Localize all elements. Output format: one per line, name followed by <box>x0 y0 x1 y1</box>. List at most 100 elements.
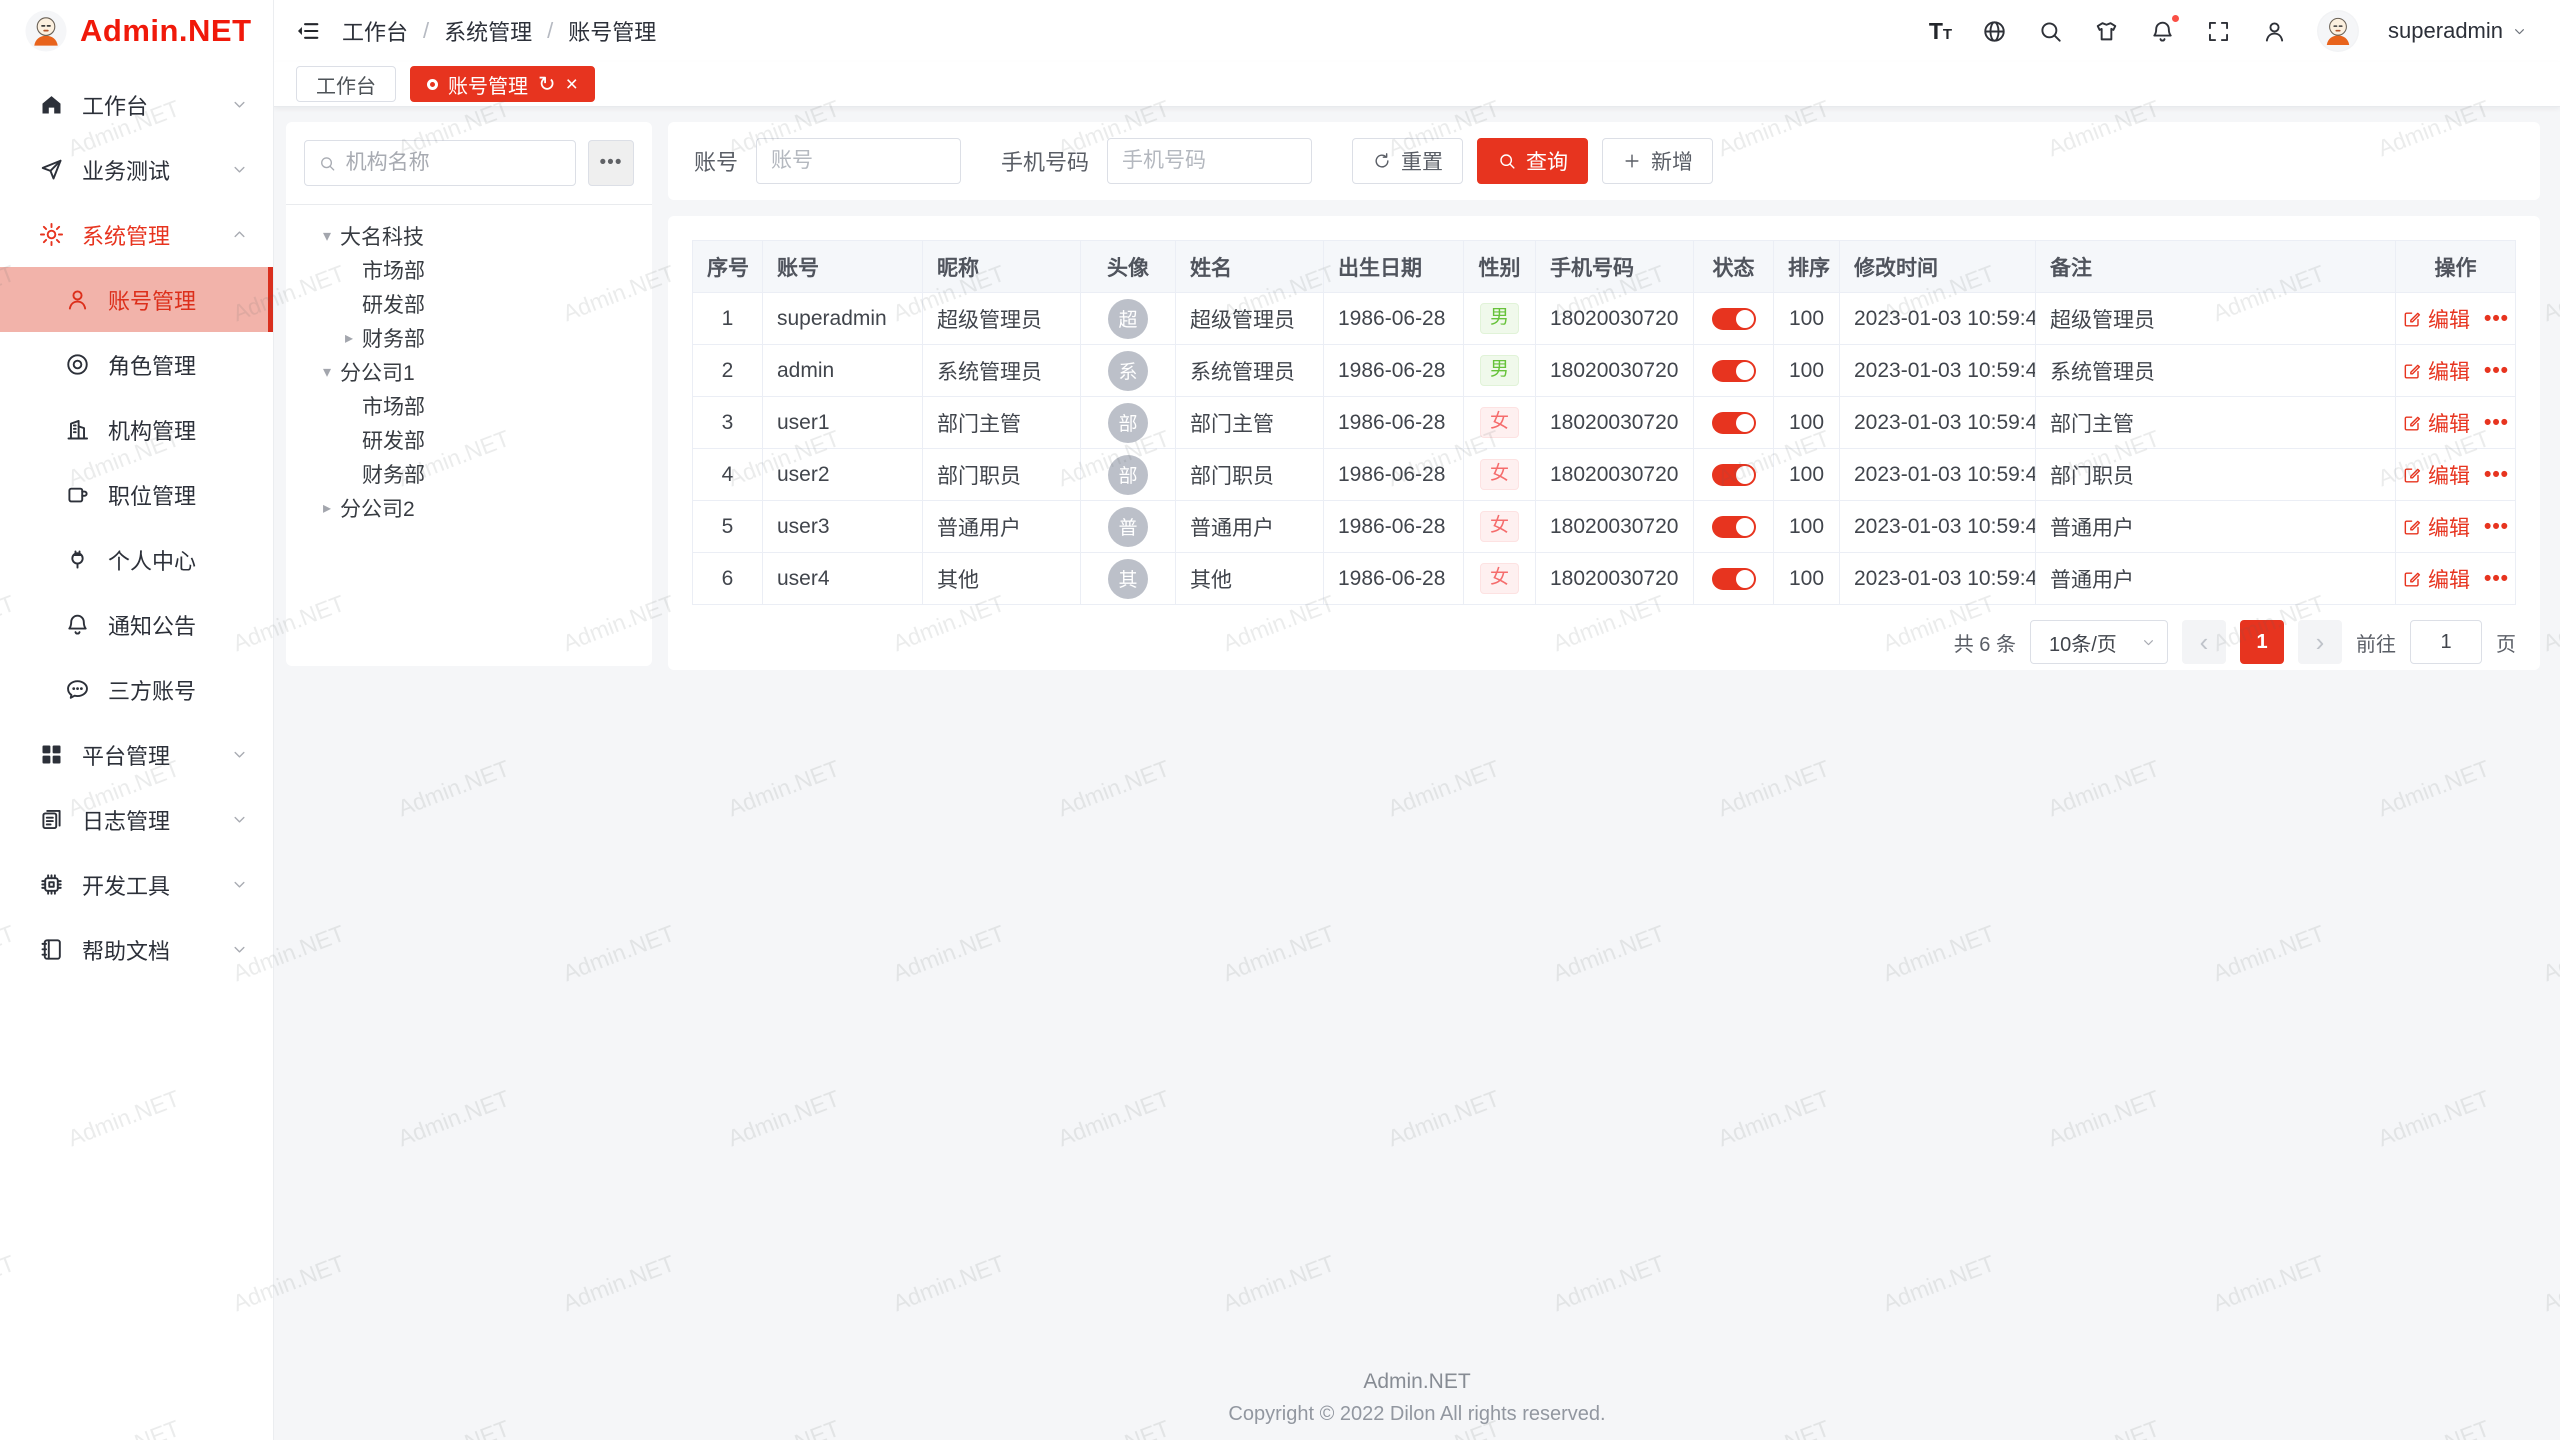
sidebar-item-system[interactable]: 系统管理 <box>0 202 273 267</box>
phone-input[interactable] <box>1107 138 1312 184</box>
status-toggle[interactable] <box>1712 568 1756 590</box>
goto-label: 前往 <box>2356 628 2396 657</box>
caret-collapsed-icon[interactable]: ▸ <box>314 498 340 518</box>
tab-close-icon[interactable]: × <box>566 74 578 95</box>
org-more-button[interactable]: ••• <box>588 140 634 186</box>
cell-birthday: 1986-06-28 <box>1324 553 1464 605</box>
bell-icon <box>64 611 91 638</box>
sidebar-item-label: 工作台 <box>82 89 230 121</box>
cell-phone: 18020030720 <box>1536 293 1694 345</box>
collapse-menu-icon[interactable] <box>294 17 322 45</box>
cell-remark: 部门主管 <box>2036 397 2396 449</box>
more-actions-button[interactable]: ••• <box>2484 359 2509 383</box>
goto-page-input[interactable] <box>2410 620 2482 664</box>
sidebar-item-workbench[interactable]: 工作台 <box>0 72 273 137</box>
font-size-icon[interactable]: TT <box>1929 20 1952 43</box>
tree-node[interactable]: 财务部 <box>296 457 642 491</box>
edit-button[interactable]: 编辑 <box>2402 356 2470 386</box>
column-header: 账号 <box>763 241 923 293</box>
more-actions-button[interactable]: ••• <box>2484 515 2509 539</box>
sidebar-item-third-account[interactable]: 三方账号 <box>0 657 273 722</box>
status-toggle[interactable] <box>1712 308 1756 330</box>
sidebar-item-devtools[interactable]: 开发工具 <box>0 852 273 917</box>
add-button[interactable]: 新增 <box>1602 138 1713 184</box>
cell-avatar: 超 <box>1081 293 1176 345</box>
fullscreen-icon[interactable] <box>2205 18 2232 45</box>
tree-node[interactable]: ▸分公司2 <box>296 491 642 525</box>
tree-node[interactable]: 市场部 <box>296 389 642 423</box>
reset-button[interactable]: 重置 <box>1352 138 1463 184</box>
sidebar-item-profile[interactable]: 个人中心 <box>0 527 273 592</box>
chevron-down-icon <box>2511 23 2528 40</box>
tab-account[interactable]: 账号管理↻× <box>410 66 595 102</box>
theme-icon[interactable] <box>2093 18 2120 45</box>
status-toggle[interactable] <box>1712 516 1756 538</box>
plus-icon <box>1622 151 1642 171</box>
sidebar-item-platform[interactable]: 平台管理 <box>0 722 273 787</box>
column-header: 头像 <box>1081 241 1176 293</box>
more-actions-button[interactable]: ••• <box>2484 463 2509 487</box>
notification-icon[interactable] <box>2149 18 2176 45</box>
reset-label: 重置 <box>1401 146 1443 176</box>
breadcrumb-item[interactable]: 工作台 <box>342 15 408 47</box>
profile-link-icon[interactable] <box>2261 18 2288 45</box>
avatar[interactable] <box>2317 10 2359 52</box>
caret-expanded-icon[interactable]: ▾ <box>314 226 340 246</box>
edit-button[interactable]: 编辑 <box>2402 408 2470 438</box>
next-page-button[interactable]: › <box>2298 620 2342 664</box>
edit-button[interactable]: 编辑 <box>2402 564 2470 594</box>
account-input[interactable] <box>756 138 961 184</box>
search-icon[interactable] <box>2037 18 2064 45</box>
page-1-button[interactable]: 1 <box>2240 620 2284 664</box>
tree-node[interactable]: ▸财务部 <box>296 321 642 355</box>
prev-page-button[interactable]: ‹ <box>2182 620 2226 664</box>
status-toggle[interactable] <box>1712 412 1756 434</box>
tab-refresh-icon[interactable]: ↻ <box>538 74 556 95</box>
more-actions-button[interactable]: ••• <box>2484 567 2509 591</box>
sidebar-item-log[interactable]: 日志管理 <box>0 787 273 852</box>
avatar: 其 <box>1108 559 1148 599</box>
edit-button[interactable]: 编辑 <box>2402 304 2470 334</box>
tree-node[interactable]: 研发部 <box>296 423 642 457</box>
sidebar-item-account[interactable]: 账号管理 <box>0 267 273 332</box>
status-toggle[interactable] <box>1712 464 1756 486</box>
breadcrumb-item[interactable]: 系统管理 <box>444 15 532 47</box>
user-menu[interactable]: superadmin <box>2388 18 2528 44</box>
sidebar-item-docs[interactable]: 帮助文档 <box>0 917 273 982</box>
page-size-select[interactable]: 10条/页 <box>2030 620 2168 664</box>
tab-workbench[interactable]: 工作台 <box>296 66 396 102</box>
table-row: 6user4其他其其他1986-06-28女180200307201002023… <box>693 553 2516 605</box>
caret-expanded-icon[interactable]: ▾ <box>314 362 340 382</box>
tree-node[interactable]: 市场部 <box>296 253 642 287</box>
tree-node-label: 分公司1 <box>340 357 415 387</box>
tree-node[interactable]: ▾大名科技 <box>296 219 642 253</box>
sidebar-item-position[interactable]: 职位管理 <box>0 462 273 527</box>
search-button[interactable]: 查询 <box>1477 138 1588 184</box>
sidebar-item-business-test[interactable]: 业务测试 <box>0 137 273 202</box>
sidebar-item-notice[interactable]: 通知公告 <box>0 592 273 657</box>
cell-sort: 100 <box>1774 553 1840 605</box>
app-name: Admin.NET <box>80 13 252 49</box>
sidebar-item-role[interactable]: 角色管理 <box>0 332 273 397</box>
edit-button[interactable]: 编辑 <box>2402 512 2470 542</box>
tree-node[interactable]: 研发部 <box>296 287 642 321</box>
tree-node[interactable]: ▾分公司1 <box>296 355 642 389</box>
more-actions-button[interactable]: ••• <box>2484 411 2509 435</box>
more-actions-button[interactable]: ••• <box>2484 307 2509 331</box>
org-icon <box>64 416 91 443</box>
edit-button[interactable]: 编辑 <box>2402 460 2470 490</box>
caret-collapsed-icon[interactable]: ▸ <box>336 328 362 348</box>
cell-avatar: 部 <box>1081 449 1176 501</box>
status-toggle[interactable] <box>1712 360 1756 382</box>
app-logo[interactable]: Admin.NET <box>0 0 273 62</box>
sidebar-item-org[interactable]: 机构管理 <box>0 397 273 462</box>
cell-actions: 编辑 ••• <box>2396 293 2516 345</box>
chevron-down-icon <box>230 160 249 179</box>
language-icon[interactable] <box>1981 18 2008 45</box>
cell-gender: 女 <box>1464 397 1536 449</box>
cell-modified: 2023-01-03 10:59:44 <box>1840 449 2036 501</box>
org-search-input[interactable] <box>346 151 562 175</box>
cell-nickname: 超级管理员 <box>923 293 1081 345</box>
cell-gender: 女 <box>1464 553 1536 605</box>
avatar: 系 <box>1108 351 1148 391</box>
